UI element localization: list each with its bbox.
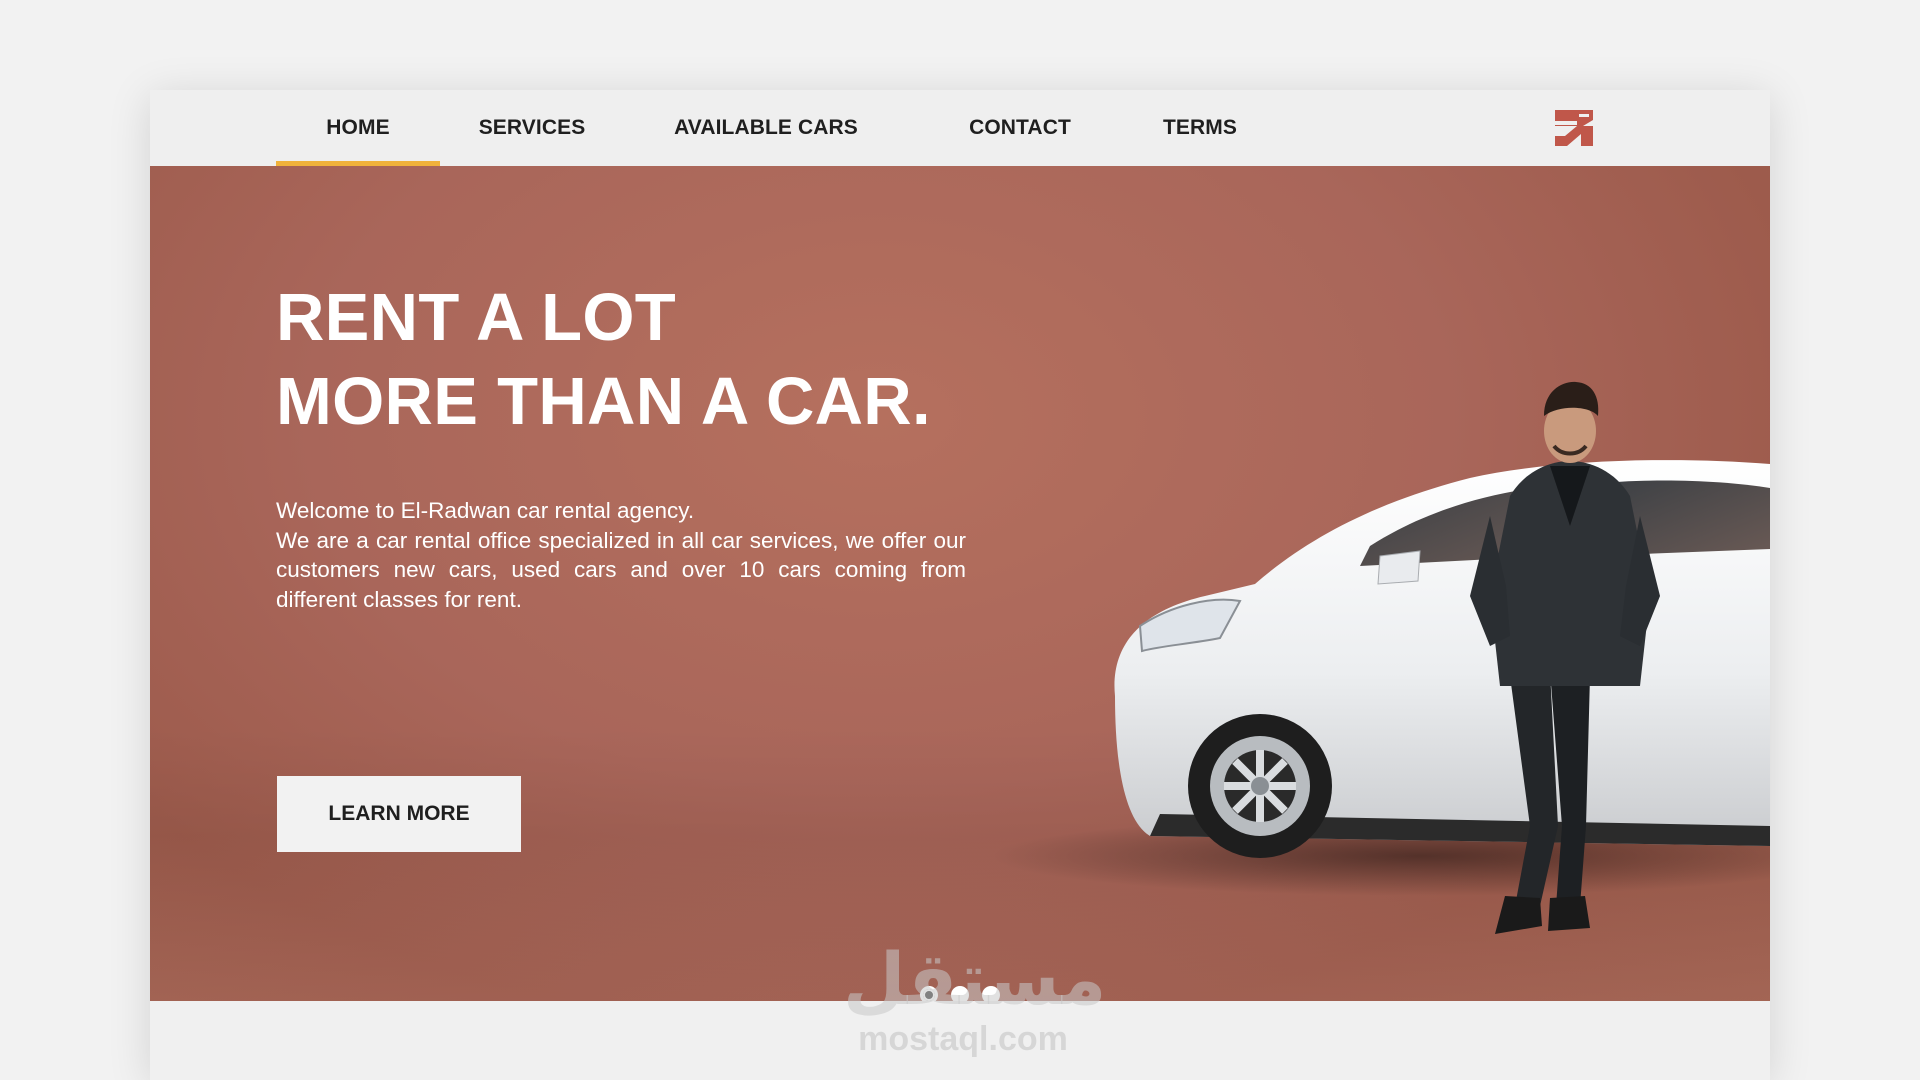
er-logo-icon[interactable] [1553,108,1595,148]
page-frame: HOME SERVICES AVAILABLE CARS CONTACT TER… [150,90,1770,1080]
slider-dot-3[interactable] [982,986,1000,1001]
nav-item-contact[interactable]: CONTACT [950,90,1090,166]
intro-welcome-line: Welcome to El-Radwan car rental agency. [276,498,695,523]
slider-dot-2[interactable] [951,986,969,1001]
hero-intro: Welcome to El-Radwan car rental agency. … [276,496,966,614]
top-navbar: HOME SERVICES AVAILABLE CARS CONTACT TER… [150,90,1770,166]
slider-dots [920,986,1000,1001]
headline-line-1: RENT A LOT [276,280,676,355]
man-with-car-image [990,381,1770,934]
nav-item-services[interactable]: SERVICES [460,90,604,166]
slider-dot-1[interactable] [920,986,938,1001]
nav-item-available-cars[interactable]: AVAILABLE CARS [670,90,862,166]
learn-more-button[interactable]: LEARN MORE [277,776,521,852]
hero-section: RENT A LOT MORE THAN A CAR. Welcome to E… [150,166,1770,1001]
headline-line-2: MORE THAN A CAR. [276,364,931,439]
intro-body-text: We are a car rental office specialized i… [276,527,966,612]
hero-headline: RENT A LOT MORE THAN A CAR. [276,276,931,444]
nav-item-terms[interactable]: TERMS [1150,90,1250,166]
nav-item-home[interactable]: HOME [276,90,440,166]
